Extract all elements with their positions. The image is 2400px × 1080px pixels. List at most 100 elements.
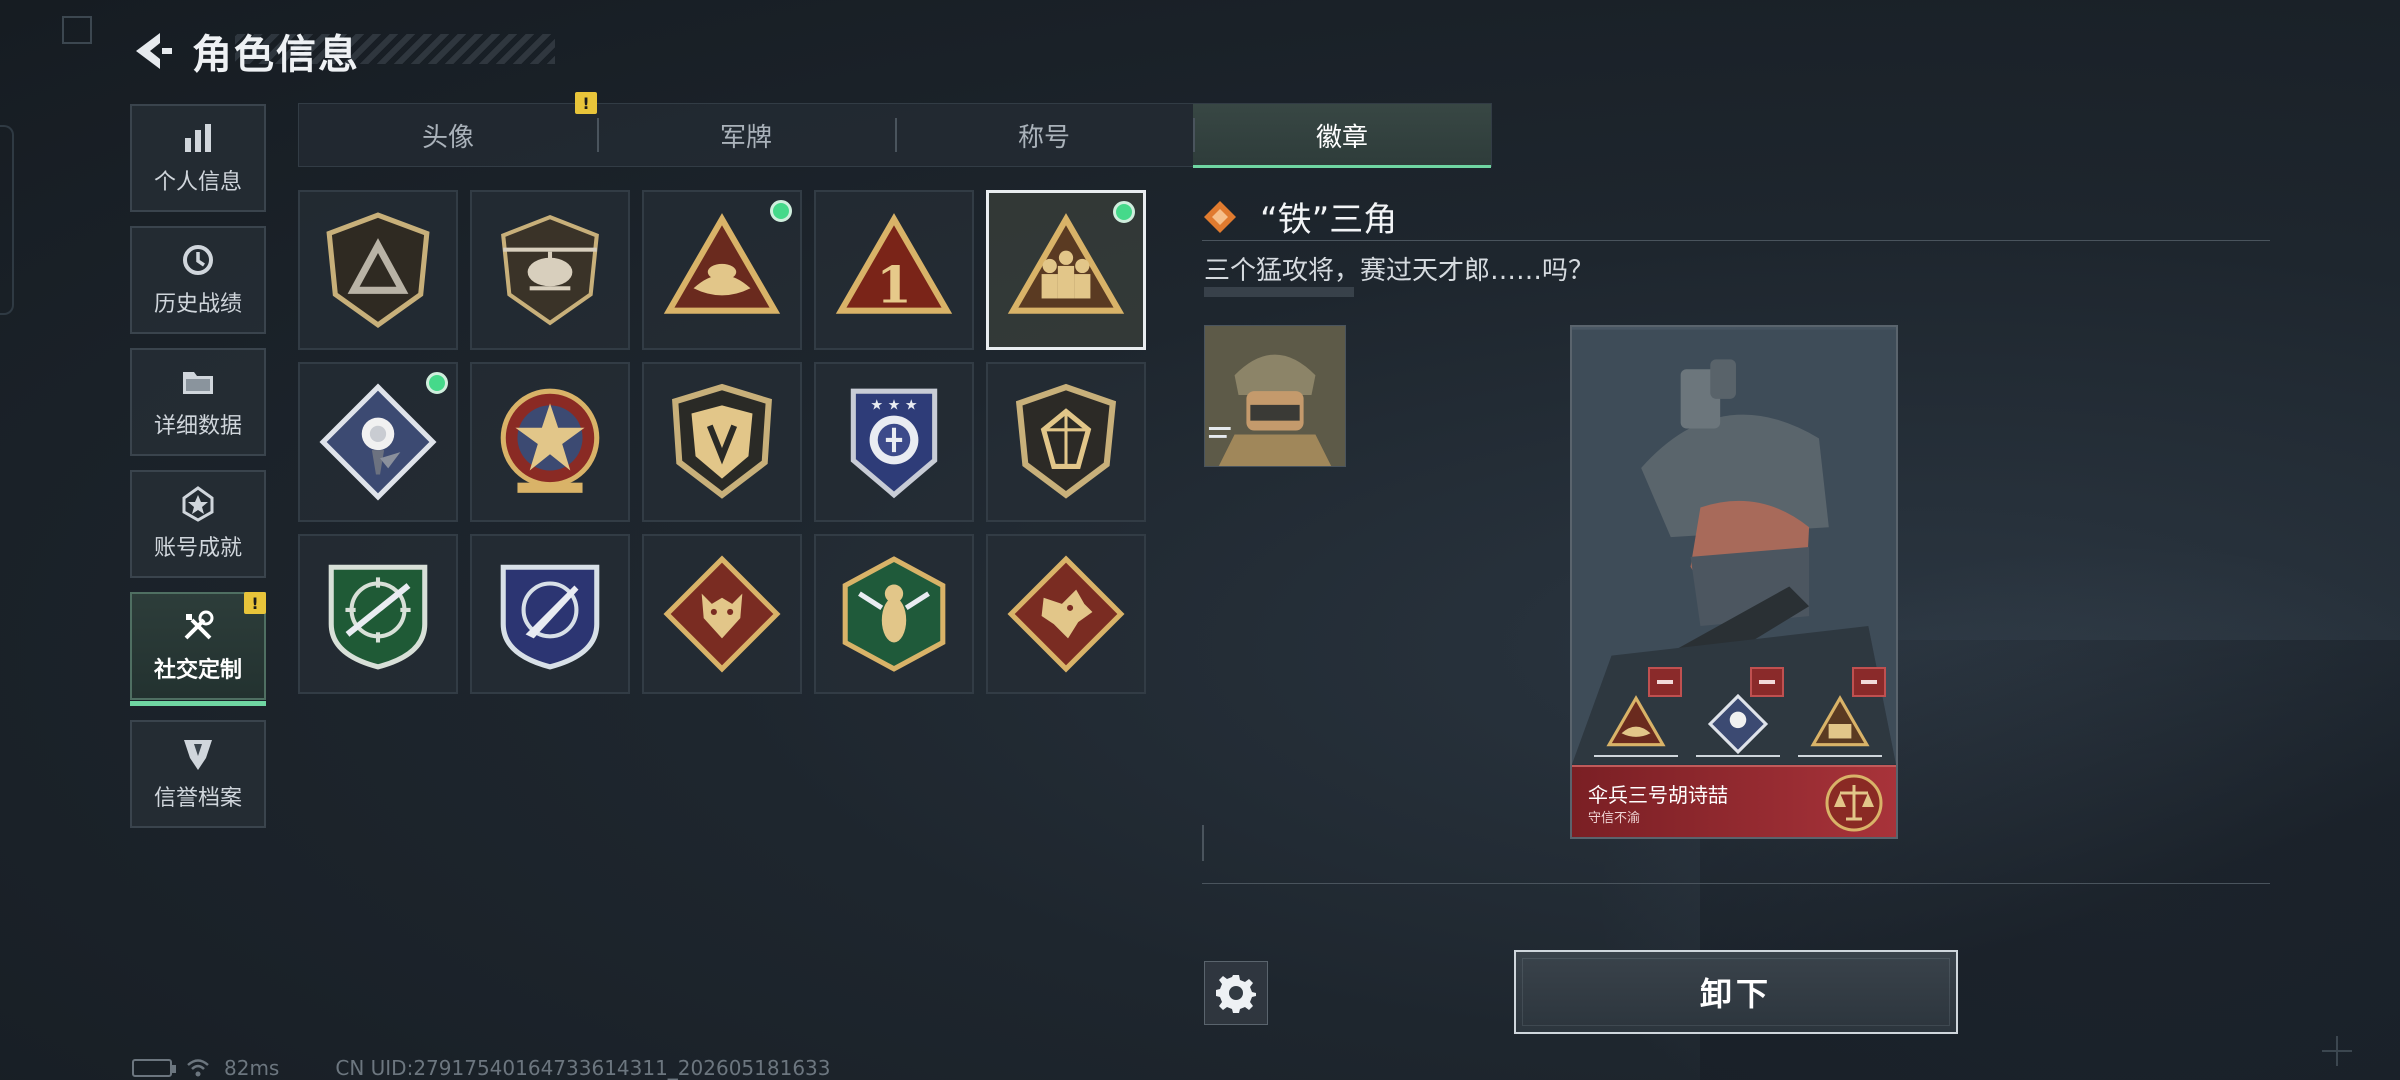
blue-knife-crosshair-badge-icon	[500, 564, 600, 670]
triangle-squad-badge-icon	[1007, 213, 1125, 314]
badge-cell[interactable]	[470, 190, 630, 350]
warning-badge: !	[575, 92, 597, 114]
sidebar-item-label: 详细数据	[153, 414, 242, 439]
wasp-hexagon-badge-icon	[842, 556, 946, 672]
justice-scale-icon	[1825, 774, 1883, 832]
tab-label: 军牌	[719, 122, 772, 153]
sidebar-item-history[interactable]: 历史战绩	[130, 226, 266, 334]
wolf-diamond-badge-icon	[663, 555, 781, 673]
gear-icon	[1216, 975, 1256, 1013]
badge-cell-selected[interactable]	[986, 190, 1146, 350]
uid-label: CN UID:27917540164733614311_202605181633	[335, 1056, 831, 1080]
equipped-indicator	[1113, 201, 1135, 223]
battery-icon	[132, 1059, 176, 1077]
badge-cell[interactable]	[298, 362, 458, 522]
character-preview-card: 伞兵三号胡诗喆 守信不渝	[1570, 325, 1898, 839]
badge-cell[interactable]	[986, 362, 1146, 522]
badge-cell[interactable]	[470, 362, 630, 522]
svg-text:1: 1	[876, 255, 911, 315]
player-nameplate: 伞兵三号胡诗喆 守信不渝	[1572, 765, 1896, 837]
badge-cell[interactable]: 1	[814, 190, 974, 350]
rose-diamond-badge-icon	[319, 383, 437, 501]
settings-button[interactable]	[1204, 961, 1268, 1025]
badge-cell[interactable]	[298, 534, 458, 694]
badge-grid: 1 ★ ★ ★	[298, 190, 1146, 694]
badge-cell[interactable]	[986, 534, 1146, 694]
sidebar-item-detailed-data[interactable]: 详细数据	[130, 348, 266, 456]
tab-badge[interactable]: 徽章	[1193, 104, 1491, 168]
remove-slot-button[interactable]	[1648, 667, 1682, 697]
unequip-button[interactable]: 卸下	[1514, 950, 1958, 1034]
tab-bar: 头像 ! 军牌 称号 徽章	[298, 92, 1492, 168]
sidebar-item-label: 个人信息	[153, 170, 242, 195]
equipped-slot-3[interactable]	[1798, 667, 1886, 757]
warning-badge: !	[244, 592, 266, 614]
remove-slot-button[interactable]	[1852, 667, 1886, 697]
divider	[1202, 883, 2270, 884]
tab-dog-tag[interactable]: 军牌	[597, 104, 895, 166]
green-rifle-crosshair-badge-icon	[328, 564, 428, 670]
svg-text:★ ★ ★: ★ ★ ★	[870, 397, 917, 413]
triangle-nest-badge-icon	[663, 213, 781, 314]
ping-readout: 82ms	[224, 1056, 280, 1080]
triangle-nest-badge-icon	[1606, 695, 1666, 747]
tab-title[interactable]: 称号	[895, 104, 1193, 166]
badge-cell[interactable]	[470, 534, 630, 694]
description-underline	[1204, 287, 1354, 297]
crosshair-icon	[2322, 1036, 2352, 1066]
sidebar-item-label: 历史战绩	[153, 292, 242, 317]
soldier-portrait-icon	[1205, 326, 1345, 466]
tab-avatar[interactable]: 头像 !	[299, 92, 597, 166]
character-thumbnail[interactable]	[1204, 325, 1346, 467]
history-clock-icon	[183, 245, 213, 275]
badge-cell[interactable]	[642, 190, 802, 350]
tab-label: 称号	[1017, 122, 1070, 153]
badge-detail-header: “铁”三角	[1202, 192, 1397, 241]
equipped-slot-2[interactable]	[1696, 667, 1784, 757]
remove-slot-button[interactable]	[1750, 667, 1784, 697]
equipped-indicator	[770, 200, 792, 222]
sidebar-item-label: 社交定制	[153, 658, 242, 683]
back-arrow-icon[interactable]	[130, 29, 174, 73]
sidebar: 个人信息 历史战绩 详细数据 账号成就 ! 社交定制 信誉档案	[130, 104, 266, 842]
status-bar: 82ms CN UID:27917540164733614311_2026051…	[132, 1056, 831, 1080]
triangle-squad-badge-icon	[1810, 695, 1870, 747]
folder-icon	[183, 372, 213, 394]
badge-cell[interactable]	[814, 534, 974, 694]
page-title: 角色信息	[192, 32, 360, 78]
sidebar-item-reputation[interactable]: 信誉档案	[130, 720, 266, 828]
tools-icon	[184, 610, 214, 640]
badge-cell[interactable]	[642, 362, 802, 522]
badge-cell[interactable]	[298, 190, 458, 350]
helicopter-badge-icon	[501, 214, 599, 326]
gold-shield-emblem-badge-icon	[672, 383, 772, 499]
equipped-slot-1[interactable]	[1594, 667, 1682, 757]
tab-label: 头像	[421, 122, 474, 153]
tab-label: 徽章	[1315, 122, 1368, 153]
sidebar-item-label: 账号成就	[153, 536, 242, 561]
divider	[1202, 240, 2270, 241]
orange-diamond-icon	[1204, 200, 1236, 233]
equipped-badge-slots	[1594, 667, 1886, 757]
blue-stars-shield-badge-icon: ★ ★ ★	[850, 388, 938, 499]
gem-shield-badge-icon	[1015, 383, 1117, 499]
badge-cell[interactable]: ★ ★ ★	[814, 362, 974, 522]
equipped-indicator	[426, 372, 448, 394]
player-name: 伞兵三号胡诗喆	[1588, 783, 1728, 807]
corner-frame	[62, 16, 92, 44]
left-edge-handle	[0, 125, 14, 315]
panel-bracket	[1202, 825, 1204, 861]
page-header: 角色信息	[130, 22, 360, 80]
player-subtitle: 守信不渝	[1588, 811, 1641, 826]
sidebar-item-social-custom[interactable]: ! 社交定制	[130, 592, 266, 706]
badge-cell[interactable]	[642, 534, 802, 694]
star-medal-badge-icon	[500, 388, 600, 493]
sidebar-item-label: 信誉档案	[153, 786, 242, 811]
sidebar-item-personal-info[interactable]: 个人信息	[130, 104, 266, 212]
dragon-diamond-badge-icon	[1007, 555, 1125, 673]
shield-triangle-badge-icon	[326, 212, 430, 329]
sidebar-item-achievements[interactable]: 账号成就	[130, 470, 266, 578]
triangle-number-one-badge-icon: 1	[835, 213, 953, 315]
rose-diamond-badge-icon	[1707, 693, 1769, 755]
bar-chart-icon	[185, 124, 211, 152]
